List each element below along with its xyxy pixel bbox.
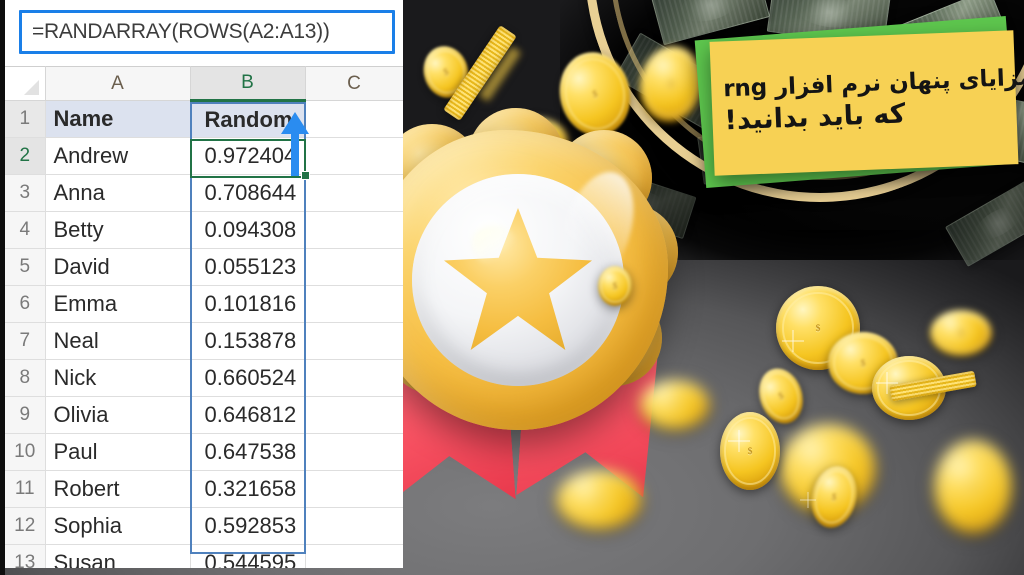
- cell-c2[interactable]: [304, 137, 403, 175]
- table-row: 10 Paul 0.647538: [5, 433, 403, 471]
- table-row: 1 Name Random: [5, 100, 403, 138]
- cell-a11[interactable]: Robert: [44, 470, 191, 508]
- cell-a9[interactable]: Olivia: [44, 396, 191, 434]
- row-header[interactable]: 7: [5, 322, 46, 360]
- cell-a12[interactable]: Sophia: [44, 507, 191, 545]
- cell-c1[interactable]: [304, 100, 403, 138]
- star-highlight: [472, 226, 516, 266]
- row-header[interactable]: 5: [5, 248, 46, 286]
- table-row: 4 Betty 0.094308: [5, 211, 403, 249]
- cell-c4[interactable]: [304, 211, 403, 249]
- table-row: 12 Sophia 0.592853: [5, 507, 403, 545]
- promo-headline-line-2: که باید بدانید!: [724, 98, 907, 137]
- gold-coin-icon: [930, 310, 992, 356]
- cell-c13[interactable]: [304, 544, 403, 568]
- cell-c6[interactable]: [304, 285, 403, 323]
- cell-a5[interactable]: David: [44, 248, 191, 286]
- cell-b3[interactable]: 0.708644: [189, 174, 306, 212]
- cell-b7[interactable]: 0.153878: [189, 322, 306, 360]
- formula-text: =RANDARRAY(ROWS(A2:A13)): [32, 20, 330, 43]
- worksheet-grid: A B C 1 Name Random 2 Andrew 0.972404 3 Anna…: [5, 66, 403, 568]
- screenshot-stage: مزایای پنهان نرم افزار rng که باید بدانی…: [0, 0, 1024, 575]
- cell-a10[interactable]: Paul: [44, 433, 191, 471]
- gold-coin-icon: [640, 380, 710, 430]
- sparkle-icon: [876, 372, 898, 394]
- select-all-corner[interactable]: [5, 66, 46, 101]
- cell-b1[interactable]: Random: [189, 100, 306, 138]
- cell-c9[interactable]: [304, 396, 403, 434]
- gold-coin-icon: [598, 266, 632, 306]
- row-header[interactable]: 8: [5, 359, 46, 397]
- row-header[interactable]: 3: [5, 174, 46, 212]
- cell-b9[interactable]: 0.646812: [189, 396, 306, 434]
- cell-c10[interactable]: [304, 433, 403, 471]
- table-row: 8 Nick 0.660524: [5, 359, 403, 397]
- column-header-b[interactable]: B: [189, 66, 306, 102]
- promo-card-yellow: مزایای پنهان نرم افزار rng که باید بدانی…: [709, 30, 1024, 176]
- cell-c3[interactable]: [304, 174, 403, 212]
- table-row: 2 Andrew 0.972404: [5, 137, 403, 175]
- sparkle-icon: [800, 492, 816, 508]
- cell-b8[interactable]: 0.660524: [189, 359, 306, 397]
- table-row: 3 Anna 0.708644: [5, 174, 403, 212]
- row-header[interactable]: 12: [5, 507, 46, 545]
- row-header[interactable]: 1: [5, 100, 46, 138]
- cell-b10[interactable]: 0.647538: [189, 433, 306, 471]
- sparkle-icon: [728, 430, 750, 452]
- row-header[interactable]: 11: [5, 470, 46, 508]
- table-row: 13 Susan 0.544595: [5, 544, 403, 568]
- formula-input[interactable]: =RANDARRAY(ROWS(A2:A13)): [19, 10, 395, 54]
- formula-bar-area: =RANDARRAY(ROWS(A2:A13)): [5, 0, 403, 66]
- table-row: 11 Robert 0.321658: [5, 470, 403, 508]
- gold-coin-icon: [556, 470, 642, 530]
- cell-a13[interactable]: Susan: [44, 544, 191, 568]
- row-header[interactable]: 4: [5, 211, 46, 249]
- cell-c7[interactable]: [304, 322, 403, 360]
- table-row: 5 David 0.055123: [5, 248, 403, 286]
- row-header[interactable]: 10: [5, 433, 46, 471]
- worksheet-table: A B C 1 Name Random 2 Andrew 0.972404 3 Anna…: [5, 66, 403, 568]
- cell-b4[interactable]: 0.094308: [189, 211, 306, 249]
- table-row: 9 Olivia 0.646812: [5, 396, 403, 434]
- cell-a8[interactable]: Nick: [44, 359, 191, 397]
- cell-a4[interactable]: Betty: [44, 211, 191, 249]
- excel-spreadsheet-panel: =RANDARRAY(ROWS(A2:A13)) A B C 1 Name Ra…: [5, 0, 403, 568]
- cell-a7[interactable]: Neal: [44, 322, 191, 360]
- cell-b6[interactable]: 0.101816: [189, 285, 306, 323]
- select-all-triangle-icon: [23, 80, 39, 95]
- cell-a2[interactable]: Andrew: [44, 137, 191, 175]
- row-header[interactable]: 9: [5, 396, 46, 434]
- sparkle-icon: [782, 330, 804, 352]
- gold-coin-icon: [934, 440, 1012, 534]
- row-header[interactable]: 6: [5, 285, 46, 323]
- table-row: 7 Neal 0.153878: [5, 322, 403, 360]
- cell-c11[interactable]: [304, 470, 403, 508]
- column-header-c[interactable]: C: [304, 66, 403, 101]
- row-header[interactable]: 13: [5, 544, 46, 568]
- left-edge-border: [0, 0, 5, 575]
- column-header-a[interactable]: A: [44, 66, 191, 101]
- cell-b2[interactable]: 0.972404: [189, 137, 306, 175]
- worksheet-body: 1 Name Random 2 Andrew 0.972404 3 Anna 0.7086…: [5, 100, 403, 568]
- cell-c8[interactable]: [304, 359, 403, 397]
- cell-b12[interactable]: 0.592853: [189, 507, 306, 545]
- cell-b11[interactable]: 0.321658: [189, 470, 306, 508]
- row-header[interactable]: 2: [5, 137, 46, 175]
- cell-a1[interactable]: Name: [44, 100, 191, 138]
- table-row: 6 Emma 0.101816: [5, 285, 403, 323]
- cell-b13[interactable]: 0.544595: [189, 544, 306, 568]
- cell-c5[interactable]: [304, 248, 403, 286]
- cell-b5[interactable]: 0.055123: [189, 248, 306, 286]
- cell-a6[interactable]: Emma: [44, 285, 191, 323]
- column-header-row: A B C: [5, 66, 403, 102]
- cell-c12[interactable]: [304, 507, 403, 545]
- cell-a3[interactable]: Anna: [44, 174, 191, 212]
